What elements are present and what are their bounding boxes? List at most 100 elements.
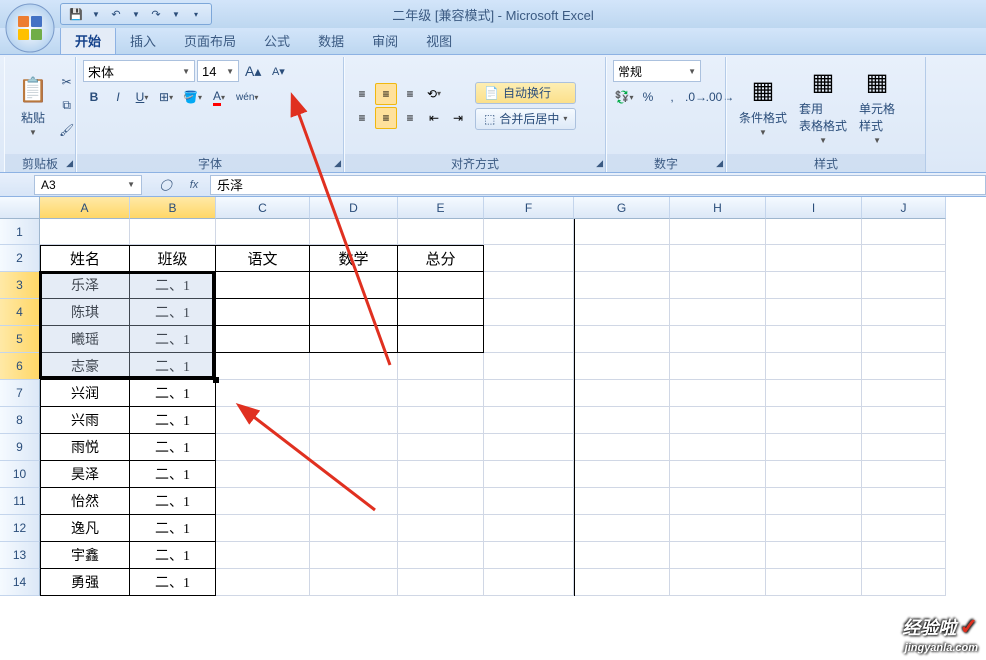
cell[interactable] bbox=[574, 515, 670, 542]
cell[interactable] bbox=[670, 407, 766, 434]
wrap-text-button[interactable]: 📄 自动换行 bbox=[475, 82, 576, 104]
cell[interactable] bbox=[862, 380, 946, 407]
cell[interactable] bbox=[574, 245, 670, 272]
cell[interactable] bbox=[670, 569, 766, 596]
merge-button[interactable]: ⬚ 合并后居中 ▾ bbox=[475, 108, 576, 130]
underline-button[interactable]: U▾ bbox=[131, 86, 153, 108]
cell[interactable] bbox=[670, 299, 766, 326]
cell[interactable] bbox=[398, 219, 484, 245]
cell[interactable] bbox=[216, 219, 310, 245]
cell[interactable] bbox=[862, 407, 946, 434]
cell[interactable] bbox=[862, 219, 946, 245]
row-header[interactable]: 1 bbox=[0, 219, 40, 245]
comma-icon[interactable]: , bbox=[661, 86, 683, 108]
row-header[interactable]: 10 bbox=[0, 461, 40, 488]
align-center-icon[interactable]: ≡ bbox=[375, 107, 397, 129]
cell[interactable]: 二、1 bbox=[130, 299, 216, 326]
cell[interactable] bbox=[130, 219, 216, 245]
row-header[interactable]: 8 bbox=[0, 407, 40, 434]
cell[interactable]: 昊泽 bbox=[40, 461, 130, 488]
cell[interactable] bbox=[310, 515, 398, 542]
cell[interactable] bbox=[484, 380, 574, 407]
cell[interactable] bbox=[670, 542, 766, 569]
cell[interactable]: 总分 bbox=[398, 245, 484, 272]
cell[interactable]: 雨悦 bbox=[40, 434, 130, 461]
cell[interactable] bbox=[484, 569, 574, 596]
cell[interactable] bbox=[484, 353, 574, 380]
tab-review[interactable]: 审阅 bbox=[358, 27, 412, 54]
tab-data[interactable]: 数据 bbox=[304, 27, 358, 54]
formula-input[interactable]: 乐泽 bbox=[210, 175, 986, 195]
qat-dd-icon[interactable]: ▼ bbox=[87, 5, 105, 23]
cell[interactable] bbox=[310, 353, 398, 380]
paste-button[interactable]: 📋 粘贴 ▼ bbox=[11, 60, 55, 151]
qat-dd-icon[interactable]: ▼ bbox=[127, 5, 145, 23]
qat-more-icon[interactable]: ▾ bbox=[187, 5, 205, 23]
cell[interactable]: 二、1 bbox=[130, 461, 216, 488]
cell[interactable] bbox=[574, 326, 670, 353]
align-top-icon[interactable]: ≡ bbox=[351, 83, 373, 105]
format-painter-icon[interactable]: 🖌 bbox=[55, 119, 78, 141]
cell[interactable]: 二、1 bbox=[130, 515, 216, 542]
cell[interactable] bbox=[574, 488, 670, 515]
cell[interactable] bbox=[574, 542, 670, 569]
cell[interactable] bbox=[766, 434, 862, 461]
cell[interactable] bbox=[766, 515, 862, 542]
cell[interactable] bbox=[766, 461, 862, 488]
align-bottom-icon[interactable]: ≡ bbox=[399, 83, 421, 105]
cell[interactable] bbox=[398, 326, 484, 353]
cell[interactable] bbox=[398, 380, 484, 407]
row-header[interactable]: 4 bbox=[0, 299, 40, 326]
cell[interactable] bbox=[574, 569, 670, 596]
cell[interactable] bbox=[216, 542, 310, 569]
row-header[interactable]: 5 bbox=[0, 326, 40, 353]
row-header[interactable]: 9 bbox=[0, 434, 40, 461]
cell[interactable] bbox=[670, 219, 766, 245]
cell[interactable] bbox=[484, 515, 574, 542]
cell[interactable] bbox=[766, 219, 862, 245]
undo-icon[interactable]: ↶ bbox=[107, 5, 125, 23]
fx-icon[interactable]: fx bbox=[182, 175, 206, 195]
cell[interactable] bbox=[310, 461, 398, 488]
cell[interactable] bbox=[216, 353, 310, 380]
cell[interactable] bbox=[310, 272, 398, 299]
percent-icon[interactable]: % bbox=[637, 86, 659, 108]
inc-decimal-icon[interactable]: .0→ bbox=[685, 86, 707, 108]
cell[interactable] bbox=[670, 488, 766, 515]
orientation-icon[interactable]: ⟲▾ bbox=[423, 83, 445, 105]
launcher-icon[interactable]: ◢ bbox=[716, 158, 723, 169]
font-color-button[interactable]: A▾ bbox=[208, 86, 230, 108]
tab-view[interactable]: 视图 bbox=[412, 27, 466, 54]
cell[interactable] bbox=[310, 407, 398, 434]
cell[interactable] bbox=[670, 515, 766, 542]
cell[interactable]: 二、1 bbox=[130, 380, 216, 407]
phonetic-button[interactable]: wén▾ bbox=[232, 86, 262, 108]
cell[interactable] bbox=[574, 272, 670, 299]
align-middle-icon[interactable]: ≡ bbox=[375, 83, 397, 105]
row-header[interactable]: 14 bbox=[0, 569, 40, 596]
italic-button[interactable]: I bbox=[107, 86, 129, 108]
col-header[interactable]: E bbox=[398, 197, 484, 219]
cell[interactable] bbox=[310, 488, 398, 515]
select-all-corner[interactable] bbox=[0, 197, 40, 219]
fill-color-button[interactable]: 🪣▾ bbox=[179, 86, 206, 108]
shrink-font-icon[interactable]: A▾ bbox=[267, 60, 289, 82]
col-header[interactable]: C bbox=[216, 197, 310, 219]
row-header[interactable]: 2 bbox=[0, 245, 40, 272]
cell[interactable] bbox=[216, 434, 310, 461]
launcher-icon[interactable]: ◢ bbox=[334, 158, 341, 169]
cell[interactable]: 勇强 bbox=[40, 569, 130, 596]
cell[interactable] bbox=[398, 542, 484, 569]
font-size-combo[interactable]: 14▼ bbox=[197, 60, 239, 82]
spreadsheet-grid[interactable]: ABCDEFGHIJ 1234567891011121314 姓名班级语文数学总… bbox=[0, 197, 986, 660]
cell[interactable] bbox=[766, 488, 862, 515]
indent-inc-icon[interactable]: ⇥ bbox=[447, 107, 469, 129]
cell[interactable] bbox=[310, 542, 398, 569]
cell[interactable] bbox=[670, 380, 766, 407]
row-header[interactable]: 12 bbox=[0, 515, 40, 542]
cell[interactable]: 数学 bbox=[310, 245, 398, 272]
row-header[interactable]: 7 bbox=[0, 380, 40, 407]
cell[interactable] bbox=[574, 219, 670, 245]
cell[interactable] bbox=[484, 434, 574, 461]
cell[interactable]: 班级 bbox=[130, 245, 216, 272]
